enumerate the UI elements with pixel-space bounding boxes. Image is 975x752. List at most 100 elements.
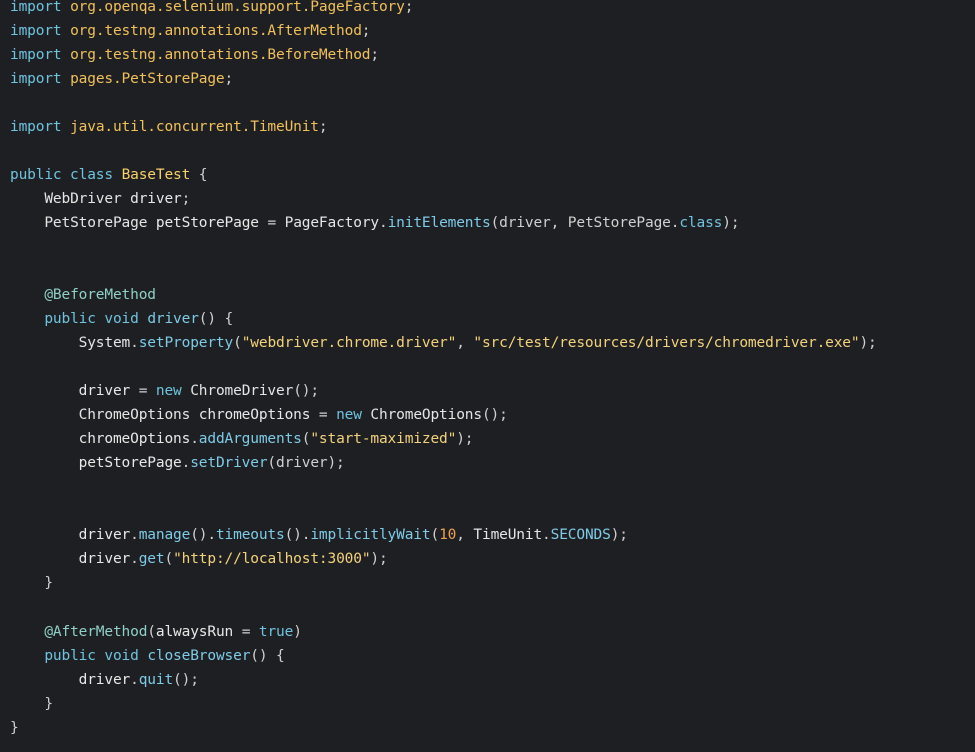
enum-constant: SECONDS: [550, 527, 611, 543]
import-path: org.testng.annotations.BeforeMethod: [70, 47, 371, 63]
punct: ();: [293, 383, 319, 399]
punct: ();: [481, 407, 508, 423]
code-line-14: public void driver() {: [10, 307, 233, 331]
import-path: java.util.concurrent.TimeUnit: [70, 119, 319, 135]
object-name: driver: [78, 551, 131, 567]
code-line-31: }: [10, 716, 19, 740]
closing-brace: }: [10, 720, 19, 736]
object-name: petStorePage: [78, 455, 182, 471]
annotation-param: alwaysRun: [155, 624, 234, 640]
punct: (: [430, 527, 440, 543]
method-call: setProperty: [138, 335, 234, 351]
method-call: setDriver: [190, 455, 268, 471]
punct: );: [722, 215, 740, 231]
method-call: quit: [138, 672, 174, 688]
string-literal: "http://localhost:3000": [173, 551, 371, 567]
code-line-19: chromeOptions.addArguments("start-maximi…: [10, 427, 474, 451]
class-name: BaseTest: [121, 167, 191, 183]
code-line-6: import java.util.concurrent.TimeUnit;: [10, 115, 328, 139]
code-line-29: driver.quit();: [10, 668, 199, 692]
code-line-4: import pages.PetStorePage;: [10, 67, 233, 91]
punct: ().: [190, 527, 216, 543]
arguments: (driver);: [267, 455, 345, 471]
import-path: pages.PetStorePage: [70, 71, 225, 87]
punct: ;: [318, 119, 328, 135]
punct: .: [542, 527, 551, 543]
identifier: chromeOptions: [198, 407, 311, 423]
code-line-30: }: [10, 692, 53, 716]
annotation: @BeforeMethod: [44, 287, 156, 303]
code-line-18: ChromeOptions chromeOptions = new Chrome…: [10, 403, 508, 427]
punct: ,: [456, 335, 474, 351]
code-line-20: petStorePage.setDriver(driver);: [10, 451, 345, 475]
type-name: PetStorePage: [44, 215, 148, 231]
annotation: @AfterMethod: [44, 624, 148, 640]
keyword: import: [10, 23, 62, 39]
type-name: ChromeOptions: [78, 407, 191, 423]
punct: );: [456, 431, 474, 447]
punct: );: [859, 335, 877, 351]
code-line-8: public class BaseTest {: [10, 163, 208, 187]
code-line-3: import org.testng.annotations.BeforeMeth…: [10, 43, 379, 67]
code-line-2: import org.testng.annotations.AfterMetho…: [10, 19, 371, 43]
identifier: petStorePage: [155, 215, 259, 231]
string-literal: "src/test/resources/drivers/chromedriver…: [473, 335, 860, 351]
code-line-10: PetStorePage petStorePage = PageFactory.…: [10, 211, 739, 235]
punct: .: [190, 431, 199, 447]
method-name: closeBrowser: [147, 648, 251, 664]
closing-brace: }: [44, 696, 53, 712]
code-line-27: @AfterMethod(alwaysRun = true): [10, 620, 302, 644]
punct: .: [130, 527, 139, 543]
code-line-9: WebDriver driver;: [10, 187, 190, 211]
object-name: driver: [78, 672, 131, 688]
punct: ): [293, 624, 302, 640]
keyword: public class: [10, 167, 113, 183]
arguments: (driver, PetStorePage.: [490, 215, 680, 231]
keyword: true: [258, 624, 294, 640]
method-call: implicitlyWait: [310, 527, 431, 543]
number-literal: 10: [439, 527, 457, 543]
object-name: System: [78, 335, 131, 351]
method-name: driver: [147, 311, 199, 327]
import-path: org.openqa.selenium.support.PageFactory: [70, 0, 405, 15]
keyword: import: [10, 119, 62, 135]
punct: .: [379, 215, 388, 231]
method-call: addArguments: [198, 431, 302, 447]
keyword: new: [336, 407, 362, 423]
keyword: new: [155, 383, 182, 399]
punct: ();: [173, 672, 199, 688]
code-line-24: driver.get("http://localhost:3000");: [10, 547, 388, 571]
method-call: get: [138, 551, 165, 567]
punct: .: [130, 335, 139, 351]
closing-brace: }: [44, 575, 53, 591]
code-line-1: import org.openqa.selenium.support.PageF…: [10, 0, 413, 19]
code-editor[interactable]: import org.openqa.selenium.support.PageF…: [0, 0, 975, 752]
keyword: import: [10, 47, 62, 63]
punct: ;: [404, 0, 414, 15]
punct: () {: [198, 311, 234, 327]
import-path: org.testng.annotations.AfterMethod: [70, 23, 362, 39]
punct: );: [370, 551, 388, 567]
type-name: WebDriver: [44, 191, 122, 207]
object-name: PageFactory: [284, 215, 380, 231]
object-name: chromeOptions: [78, 431, 191, 447]
code-line-25: }: [10, 571, 53, 595]
punct: {: [190, 167, 208, 183]
string-literal: "start-maximized": [310, 431, 457, 447]
operator: =: [310, 407, 337, 423]
punct: (: [164, 551, 174, 567]
keyword: import: [10, 71, 62, 87]
keyword: public void: [44, 311, 139, 327]
keyword: public void: [44, 648, 139, 664]
punct: (: [147, 624, 156, 640]
punct: ;: [361, 23, 371, 39]
keyword: class: [679, 215, 723, 231]
punct: ().: [284, 527, 311, 543]
punct: .: [130, 551, 139, 567]
punct: .: [130, 672, 139, 688]
identifier: driver: [78, 383, 131, 399]
punct: );: [610, 527, 628, 543]
type-name: TimeUnit: [473, 527, 543, 543]
method-call: initElements: [387, 215, 491, 231]
code-line-15: System.setProperty("webdriver.chrome.dri…: [10, 331, 877, 355]
